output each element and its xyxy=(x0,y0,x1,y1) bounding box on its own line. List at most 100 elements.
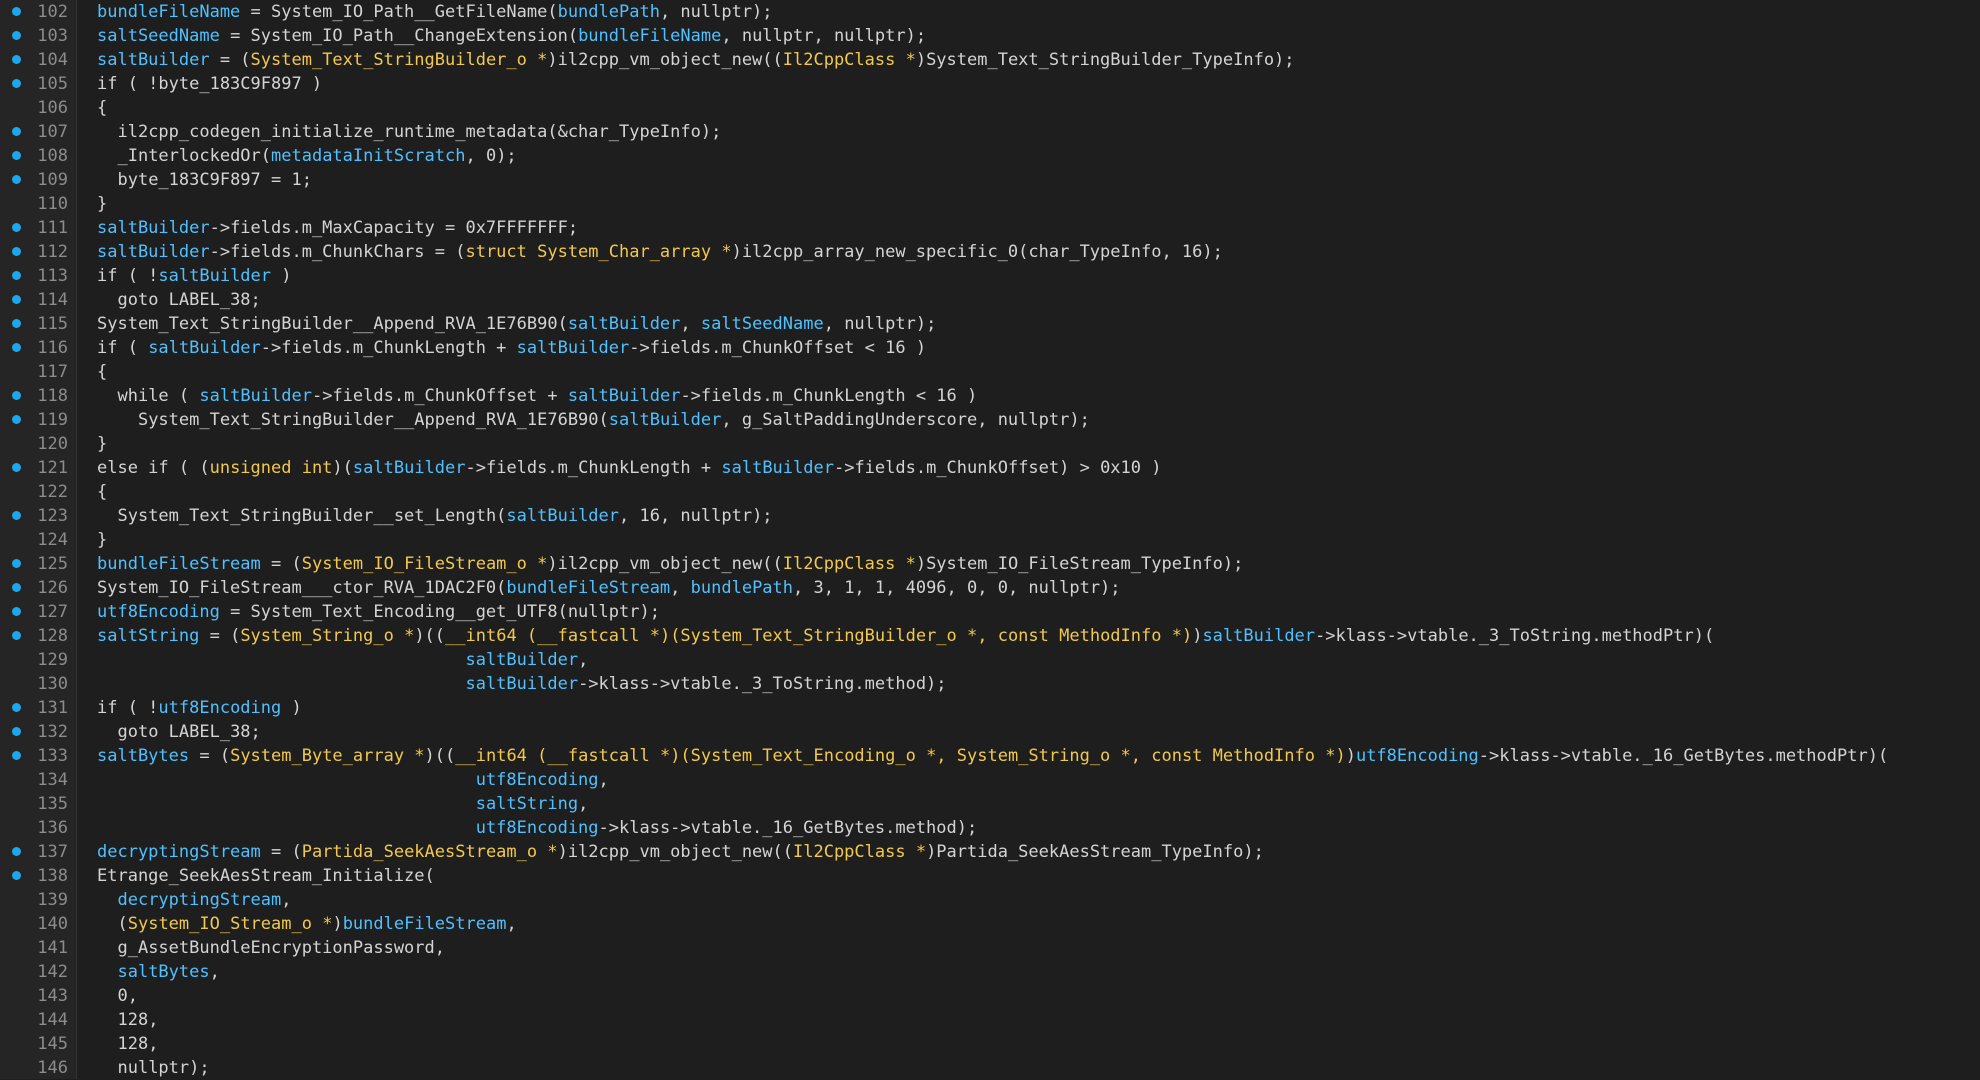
code-line[interactable]: 135 saltString, xyxy=(0,792,1980,816)
breakpoint-dot-icon[interactable] xyxy=(12,607,21,616)
code-line[interactable]: 146 nullptr); xyxy=(0,1056,1980,1080)
identifier-token[interactable]: saltBuilder xyxy=(506,506,619,526)
code-text[interactable]: saltBytes = (System_Byte_array *)((__int… xyxy=(97,744,1888,768)
identifier-token[interactable]: saltBuilder xyxy=(465,674,578,694)
breakpoint-dot-icon[interactable] xyxy=(12,703,21,712)
code-text[interactable]: saltSeedName = System_IO_Path__ChangeExt… xyxy=(97,24,926,48)
breakpoint-dot-icon[interactable] xyxy=(12,415,21,424)
code-text[interactable]: if ( !saltBuilder ) xyxy=(97,264,292,288)
breakpoint-dot-icon[interactable] xyxy=(12,79,21,88)
identifier-token[interactable]: bundleFileStream xyxy=(506,578,670,598)
code-text[interactable]: else if ( (unsigned int)(saltBuilder->fi… xyxy=(97,456,1161,480)
code-line[interactable]: 123 System_Text_StringBuilder__set_Lengt… xyxy=(0,504,1980,528)
code-line[interactable]: 140 (System_IO_Stream_o *)bundleFileStre… xyxy=(0,912,1980,936)
code-line[interactable]: 124} xyxy=(0,528,1980,552)
identifier-token[interactable]: saltBuilder xyxy=(517,338,630,358)
code-text[interactable]: saltString, xyxy=(97,792,589,816)
code-line[interactable]: 117 { xyxy=(0,360,1980,384)
code-text[interactable]: 128, xyxy=(97,1008,158,1032)
breakpoint-dot-icon[interactable] xyxy=(12,175,21,184)
code-text[interactable]: (System_IO_Stream_o *)bundleFileStream, xyxy=(97,912,516,936)
breakpoint-dot-icon[interactable] xyxy=(12,31,21,40)
code-text[interactable]: 128, xyxy=(97,1032,158,1056)
code-text[interactable]: bundleFileStream = (System_IO_FileStream… xyxy=(97,552,1243,576)
identifier-token[interactable]: decryptingStream xyxy=(117,890,281,910)
code-text[interactable]: { xyxy=(97,360,107,384)
identifier-token[interactable]: utf8Encoding xyxy=(158,698,281,718)
code-line[interactable]: 103 saltSeedName = System_IO_Path__Change… xyxy=(0,24,1980,48)
identifier-token[interactable]: bundleFileName xyxy=(578,26,721,46)
breakpoint-dot-icon[interactable] xyxy=(12,871,21,880)
code-line[interactable]: 116 if ( saltBuilder->fields.m_ChunkLengt… xyxy=(0,336,1980,360)
code-text[interactable]: decryptingStream = (Partida_SeekAesStrea… xyxy=(97,840,1264,864)
breakpoint-dot-icon[interactable] xyxy=(12,223,21,232)
code-text[interactable]: } xyxy=(97,432,107,456)
code-text[interactable]: if ( !utf8Encoding ) xyxy=(97,696,302,720)
identifier-token[interactable]: saltBuilder xyxy=(199,386,312,406)
identifier-token[interactable]: bundleFileStream xyxy=(97,554,261,574)
code-text[interactable]: saltBuilder, xyxy=(97,648,588,672)
identifier-token[interactable]: utf8Encoding xyxy=(476,770,599,790)
identifier-token[interactable]: saltBuilder xyxy=(568,386,681,406)
code-text[interactable]: utf8Encoding = System_Text_Encoding__get… xyxy=(97,600,660,624)
code-text[interactable]: decryptingStream, xyxy=(97,888,291,912)
breakpoint-dot-icon[interactable] xyxy=(12,127,21,136)
code-text[interactable]: _InterlockedOr(metadataInitScratch, 0); xyxy=(97,144,516,168)
identifier-token[interactable]: bundleFileName xyxy=(97,2,240,22)
code-line[interactable]: 122 { xyxy=(0,480,1980,504)
identifier-token[interactable]: saltBuilder xyxy=(97,50,210,70)
code-line[interactable]: 144 128, xyxy=(0,1008,1980,1032)
code-line[interactable]: 110} xyxy=(0,192,1980,216)
identifier-token[interactable]: saltBuilder xyxy=(721,458,834,478)
identifier-token[interactable]: saltBuilder xyxy=(568,314,681,334)
breakpoint-dot-icon[interactable] xyxy=(12,7,21,16)
code-line[interactable]: 136 utf8Encoding->klass->vtable._16_GetB… xyxy=(0,816,1980,840)
code-text[interactable]: goto LABEL_38; xyxy=(97,288,260,312)
code-line[interactable]: 128 saltString = (System_String_o *)((__i… xyxy=(0,624,1980,648)
code-line[interactable]: 145 128, xyxy=(0,1032,1980,1056)
code-line[interactable]: 104 saltBuilder = (System_Text_StringBuil… xyxy=(0,48,1980,72)
identifier-token[interactable]: utf8Encoding xyxy=(97,602,220,622)
code-text[interactable]: } xyxy=(97,528,107,552)
code-line[interactable]: 139 decryptingStream, xyxy=(0,888,1980,912)
breakpoint-dot-icon[interactable] xyxy=(12,559,21,568)
code-text[interactable]: System_Text_StringBuilder__set_Length(sa… xyxy=(97,504,772,528)
code-text[interactable]: bundleFileName = System_IO_Path__GetFile… xyxy=(97,0,773,24)
code-text[interactable]: saltBytes, xyxy=(97,960,219,984)
code-text[interactable]: while ( saltBuilder->fields.m_ChunkOffse… xyxy=(97,384,977,408)
code-line[interactable]: 134 utf8Encoding, xyxy=(0,768,1980,792)
code-text[interactable]: saltString = (System_String_o *)((__int6… xyxy=(97,624,1714,648)
identifier-token[interactable]: saltBuilder xyxy=(97,218,210,238)
code-text[interactable]: saltBuilder->fields.m_ChunkChars = (stru… xyxy=(97,240,1223,264)
code-text[interactable]: { xyxy=(97,480,107,504)
code-line[interactable]: 125 bundleFileStream = (System_IO_FileStr… xyxy=(0,552,1980,576)
breakpoint-dot-icon[interactable] xyxy=(12,391,21,400)
identifier-token[interactable]: saltString xyxy=(476,794,578,814)
code-text[interactable]: System_Text_StringBuilder__Append_RVA_1E… xyxy=(97,408,1090,432)
code-text[interactable]: saltBuilder = (System_Text_StringBuilder… xyxy=(97,48,1295,72)
code-line[interactable]: 141 g_AssetBundleEncryptionPassword, xyxy=(0,936,1980,960)
code-text[interactable]: System_IO_FileStream___ctor_RVA_1DAC2F0(… xyxy=(97,576,1121,600)
identifier-token[interactable]: saltBuilder xyxy=(97,242,210,262)
identifier-token[interactable]: metadataInitScratch xyxy=(271,146,465,166)
identifier-token[interactable]: utf8Encoding xyxy=(476,818,599,838)
code-line[interactable]: 105 if ( !byte_183C9F897 ) xyxy=(0,72,1980,96)
code-line[interactable]: 111 saltBuilder->fields.m_MaxCapacity = 0… xyxy=(0,216,1980,240)
code-line[interactable]: 142 saltBytes, xyxy=(0,960,1980,984)
identifier-token[interactable]: saltSeedName xyxy=(97,26,220,46)
code-editor[interactable]: 102 bundleFileName = System_IO_Path__GetF… xyxy=(0,0,1980,1079)
code-line[interactable]: 102 bundleFileName = System_IO_Path__GetF… xyxy=(0,0,1980,24)
identifier-token[interactable]: decryptingStream xyxy=(97,842,261,862)
breakpoint-dot-icon[interactable] xyxy=(12,727,21,736)
code-text[interactable]: if ( !byte_183C9F897 ) xyxy=(97,72,322,96)
code-line[interactable]: 120} xyxy=(0,432,1980,456)
code-line[interactable]: 118 while ( saltBuilder->fields.m_ChunkO… xyxy=(0,384,1980,408)
identifier-token[interactable]: saltBuilder xyxy=(148,338,261,358)
identifier-token[interactable]: saltBuilder xyxy=(609,410,722,430)
code-line[interactable]: 129 saltBuilder, xyxy=(0,648,1980,672)
code-line[interactable]: 119 System_Text_StringBuilder__Append_RV… xyxy=(0,408,1980,432)
breakpoint-dot-icon[interactable] xyxy=(12,55,21,64)
breakpoint-dot-icon[interactable] xyxy=(12,151,21,160)
code-line[interactable]: 131 if ( !utf8Encoding ) xyxy=(0,696,1980,720)
identifier-token[interactable]: saltBuilder xyxy=(465,650,578,670)
